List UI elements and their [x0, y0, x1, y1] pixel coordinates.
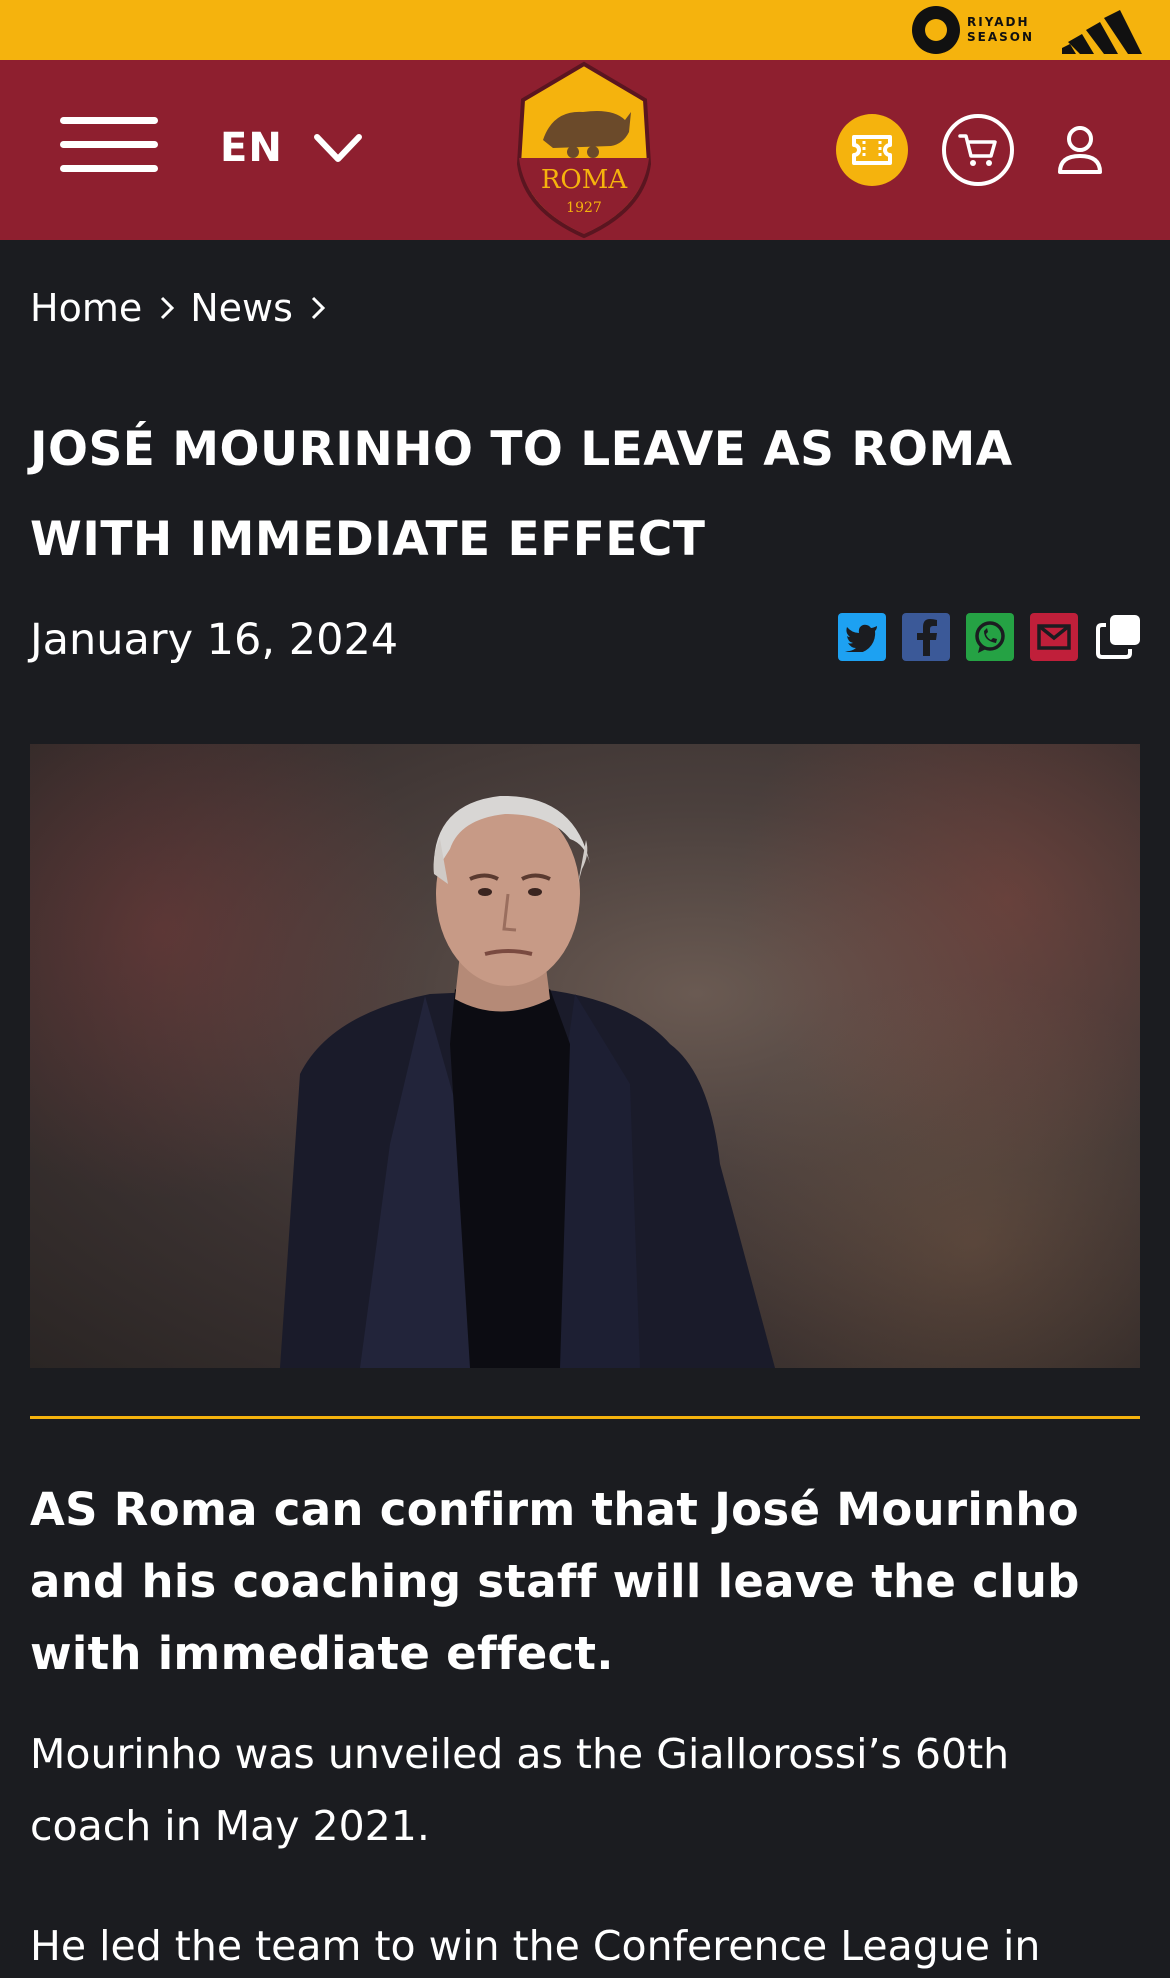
language-label: EN	[220, 125, 283, 171]
account-button[interactable]	[1044, 114, 1116, 186]
breadcrumb: Home News	[30, 280, 341, 336]
roma-crest-logo[interactable]: ROMA 1927	[513, 60, 656, 240]
crest-year-text: 1927	[566, 200, 602, 216]
sponsor-bar: RIYADH SEASON	[0, 0, 1170, 60]
chevron-right-icon	[161, 296, 175, 320]
riyadh-season-icon	[912, 6, 960, 54]
riyadh-season-text: RIYADH SEASON	[967, 15, 1035, 44]
divider	[30, 1416, 1140, 1419]
user-icon	[1058, 126, 1102, 174]
adidas-logo-icon[interactable]	[1062, 8, 1142, 54]
article-title: JOSÉ MOURINHO TO LEAVE AS ROMA WITH IMME…	[30, 422, 1013, 567]
share-bar	[838, 612, 1142, 662]
breadcrumb-news-link[interactable]: News	[190, 286, 293, 330]
article-paragraph: Mourinho was unveiled as the Giallorossi…	[30, 1730, 1010, 1850]
cart-icon	[958, 134, 997, 166]
email-icon[interactable]	[1030, 613, 1078, 661]
article-lead: AS Roma can confirm that José Mourinho a…	[30, 1483, 1080, 1680]
article-paragraph: He led the team to win the Conference Le…	[30, 1922, 1041, 1970]
breadcrumb-home-link[interactable]: Home	[30, 286, 142, 330]
ticket-icon	[852, 135, 892, 165]
article-hero-image	[30, 744, 1140, 1368]
riyadh-season-logo[interactable]: RIYADH SEASON	[912, 6, 1037, 54]
chevron-down-icon	[313, 134, 362, 162]
menu-icon[interactable]	[60, 117, 158, 173]
article-date: January 16, 2024	[30, 615, 399, 665]
whatsapp-icon[interactable]	[966, 613, 1014, 661]
facebook-icon[interactable]	[902, 613, 950, 661]
twitter-icon[interactable]	[838, 613, 886, 661]
copy-link-icon[interactable]	[1094, 613, 1142, 661]
tickets-button[interactable]	[836, 114, 908, 186]
cart-button[interactable]	[942, 114, 1014, 186]
chevron-right-icon	[311, 296, 326, 320]
coach-portrait-illustration	[280, 795, 775, 1368]
language-selector[interactable]: EN	[220, 120, 363, 176]
crest-roma-text: ROMA	[541, 165, 629, 195]
